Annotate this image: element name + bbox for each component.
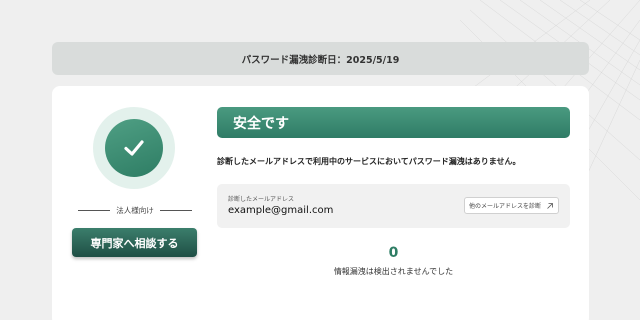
email-label: 診断したメールアドレス [228, 196, 295, 203]
leak-count: 0 [388, 245, 399, 261]
divider-line-left [78, 210, 111, 211]
diagnosed-email-box: 診断したメールアドレス example@gmail.com 他のメールアドレスを… [217, 184, 570, 228]
diagnosis-date-text: パスワード漏洩診断日：2025/5/19 [241, 54, 400, 66]
result-card: 法人様向け 専門家へ相談する 安全です 診断したメールアドレスで利用中のサービス… [52, 86, 589, 320]
email-value: example@gmail.com [228, 205, 334, 216]
external-arrow-icon [547, 202, 553, 209]
other-email-label: 他のメールアドレスを診断 [468, 203, 541, 210]
check-circle [105, 119, 163, 177]
diagnosis-date-bar: パスワード漏洩診断日：2025/5/19 [52, 42, 589, 75]
consult-expert-button[interactable]: 専門家へ相談する [72, 228, 197, 257]
safe-status-banner: 安全です [217, 107, 570, 138]
result-message: 診断したメールアドレスで利用中のサービスにおいてパスワード漏洩はありません。 [217, 157, 521, 166]
divider-line-right [159, 210, 192, 211]
check-icon [124, 140, 144, 156]
corporate-divider: 法人様向け [78, 205, 192, 216]
safe-status-badge [93, 107, 175, 189]
corporate-label: 法人様向け [116, 206, 154, 215]
diagnose-other-email-button[interactable]: 他のメールアドレスを診断 [464, 197, 559, 214]
status-title: 安全です [233, 115, 289, 132]
leak-count-label: 情報漏洩は検出されませんでした [333, 267, 454, 276]
